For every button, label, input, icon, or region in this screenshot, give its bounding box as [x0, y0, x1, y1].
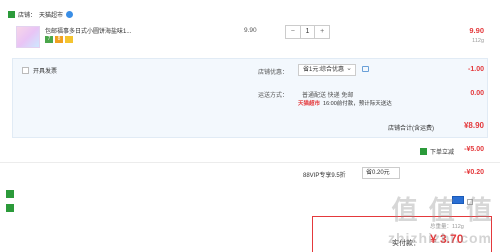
footer-checkbox[interactable] [6, 204, 14, 212]
vip-discount-select[interactable]: 省0.20元 [362, 167, 400, 179]
vip-discount-label: 88VIP专享9.5折 [303, 173, 346, 179]
badge-icon [65, 36, 73, 43]
quantity-stepper[interactable]: − 1 + [285, 25, 330, 39]
item-weight: 112g [472, 38, 484, 44]
shipping-methods: 普通配送 快递 免邮 [302, 93, 354, 99]
invoice-option[interactable]: 开具发票 [22, 66, 57, 75]
instant-check-icon [420, 148, 427, 155]
badge-icon: 8 [55, 36, 63, 43]
quantity-plus-button[interactable]: + [315, 26, 329, 38]
item-subtotal: 9.90 [469, 26, 484, 35]
store-total-label: 店铺合计(含运费) [388, 126, 434, 132]
unit-price: 9.90 [244, 27, 257, 34]
instant-discount: 下单立减 [420, 147, 454, 156]
delivery-note-text: 16:00前付款，预计际天送达 [323, 101, 392, 107]
wangwang-chat-icon[interactable] [66, 10, 74, 18]
shipping-label: 运送方式： [258, 93, 289, 99]
store-total-amount: ¥8.90 [463, 121, 484, 130]
discount-label: 店铺优惠： [258, 70, 289, 76]
instant-discount-amount: -¥5.00 [464, 146, 484, 153]
item-badges: 7 8 [45, 36, 73, 43]
invoice-label: 开具发票 [33, 69, 58, 75]
item-title-link[interactable]: 包邮福事多日式小圆饼海盐味1... [45, 26, 165, 35]
tmall-logo-icon: 天猫超市 [298, 101, 321, 107]
discount-select[interactable]: 省1元:综合优惠 [298, 64, 356, 76]
message-icon[interactable] [362, 66, 369, 72]
footer-select-all-checkbox[interactable] [6, 190, 14, 198]
store-header: 店铺： 天猫超市 [8, 8, 74, 20]
store-name-link[interactable]: 天猫超市 [39, 10, 63, 19]
vip-discount-amount: -¥0.20 [464, 169, 484, 176]
watermark-logo: 值 值 值 [391, 195, 494, 225]
watermark-site: zhizhizhi.com [388, 230, 492, 246]
badge-icon: 7 [45, 36, 53, 43]
divider [0, 162, 500, 163]
store-label: 店铺： [18, 12, 37, 19]
invoice-checkbox[interactable] [22, 67, 29, 74]
discount-amount: -1.00 [468, 66, 484, 73]
instant-discount-label: 下单立减 [430, 150, 455, 156]
delivery-note: 天猫超市 16:00前付款，预计际天送达 [298, 99, 392, 107]
quantity-input[interactable]: 1 [299, 26, 316, 38]
shipping-amount: 0.00 [470, 90, 484, 97]
store-checkbox[interactable] [8, 10, 15, 18]
item-thumbnail[interactable] [16, 26, 40, 48]
quantity-minus-button[interactable]: − [286, 26, 300, 38]
